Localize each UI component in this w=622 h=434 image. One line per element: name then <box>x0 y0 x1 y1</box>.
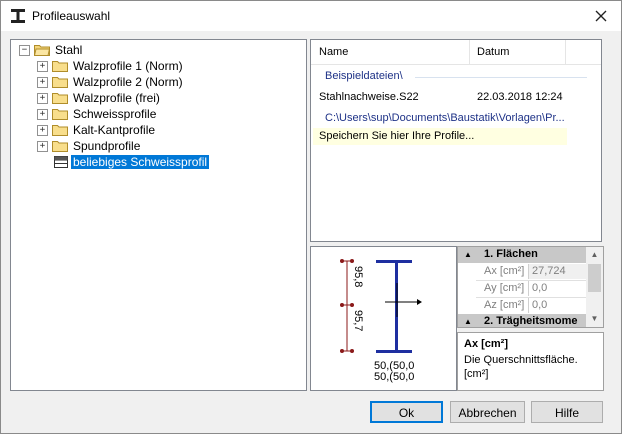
window-title: Profileauswahl <box>32 9 111 23</box>
tree-node-walzprofile-frei[interactable]: + Walzprofile (frei) <box>37 90 162 106</box>
dimension-label-top: 95,8 <box>352 266 364 287</box>
profile-selection-dialog: Profileauswahl − Stahl + Walzprofile 1 (… <box>0 0 622 434</box>
close-button[interactable] <box>591 6 611 26</box>
collapse-toggle[interactable]: − <box>19 44 30 56</box>
tree-node-walzprofile-2[interactable]: + Walzprofile 2 (Norm) <box>37 74 185 90</box>
property-value[interactable]: 0,0 <box>528 281 588 296</box>
expand-toggle[interactable]: + <box>37 108 48 120</box>
tree-label: Walzprofile (frei) <box>73 91 160 105</box>
property-grid-scrollbar[interactable]: ▲ ▼ <box>586 247 603 327</box>
tree-node-spundprofile[interactable]: + Spundprofile <box>37 138 142 154</box>
tree-node-kalt-kantprofile[interactable]: + Kalt-Kantprofile <box>37 122 157 138</box>
property-name: Ay [cm²] <box>484 282 525 294</box>
folder-icon <box>52 93 68 104</box>
tree-label: Kalt-Kantprofile <box>73 123 156 137</box>
file-list[interactable]: Name Datum Beispieldateien\ Stahlnachwei… <box>310 39 602 242</box>
tree-node-schweissprofile[interactable]: + Schweissprofile <box>37 106 158 122</box>
tree-label-selected: beliebiges Schweissprofil <box>69 154 211 170</box>
tree-node-walzprofile-1[interactable]: + Walzprofile 1 (Norm) <box>37 58 185 74</box>
property-value[interactable]: 0,0 <box>528 298 588 313</box>
file-list-header: Name Datum <box>311 40 601 65</box>
category-label: 2. Trägheitsmome <box>484 315 578 327</box>
group-divider <box>415 77 587 78</box>
scroll-up-icon[interactable]: ▲ <box>586 247 603 263</box>
expand-toggle[interactable]: + <box>37 92 48 104</box>
property-row-ax[interactable]: Ax [cm²] 27,724 <box>476 264 588 280</box>
tree-label: Walzprofile 1 (Norm) <box>73 59 183 73</box>
i-beam-profile-icon <box>11 9 25 23</box>
dimension-label-bottom: 95,7 <box>352 310 364 331</box>
profile-preview: 95,8 95,7 50,(50,0 50,(50,0 <box>310 246 457 391</box>
folder-icon <box>52 77 68 88</box>
column-header-date[interactable]: Datum <box>477 46 509 58</box>
close-icon <box>595 10 607 22</box>
save-hint-text: Speichern Sie hier Ihre Profile... <box>319 130 475 142</box>
expand-toggle[interactable]: + <box>37 124 48 136</box>
property-value[interactable]: 27,724 <box>528 264 588 279</box>
expand-toggle[interactable]: + <box>37 76 48 88</box>
property-row-az[interactable]: Az [cm²] 0,0 <box>476 298 586 314</box>
group-header-beispieldateien[interactable]: Beispieldateien\ <box>325 70 403 82</box>
tree-node-stahl[interactable]: − Stahl <box>19 42 84 58</box>
collapse-arrow-icon[interactable]: ▲ <box>464 250 472 259</box>
cancel-button[interactable]: Abbrechen <box>450 401 525 423</box>
category-label: 1. Flächen <box>484 248 538 260</box>
file-row-date[interactable]: 22.03.2018 12:24 <box>477 91 563 103</box>
scroll-down-icon[interactable]: ▼ <box>586 311 603 327</box>
file-row-name[interactable]: Stahlnachweise.S22 <box>319 91 419 103</box>
dimension-label-width-2: 50,(50,0 <box>374 371 414 383</box>
folder-icon <box>52 109 68 120</box>
category-traegheitsmomente[interactable]: ▲ 2. Trägheitsmome <box>458 314 586 327</box>
collapse-arrow-icon[interactable]: ▲ <box>464 317 472 326</box>
column-divider[interactable] <box>565 40 566 64</box>
property-row-ay[interactable]: Ay [cm²] 0,0 <box>476 281 586 297</box>
folder-icon <box>52 125 68 136</box>
save-hint-row[interactable]: Speichern Sie hier Ihre Profile... <box>313 128 567 145</box>
tree-label: Walzprofile 2 (Norm) <box>73 75 183 89</box>
folder-icon <box>52 141 68 152</box>
tree-label: Spundprofile <box>73 139 141 153</box>
scroll-thumb[interactable] <box>588 264 601 292</box>
category-flaechen[interactable]: ▲ 1. Flächen <box>458 247 586 263</box>
description-title: Ax [cm²] <box>464 338 509 350</box>
column-divider[interactable] <box>469 40 470 64</box>
tree-label: Stahl <box>55 43 83 57</box>
profile-tree[interactable]: − Stahl + Walzprofile 1 (Norm) + Walzpro… <box>10 39 307 391</box>
tree-node-beliebiges-schweissprofil[interactable]: beliebiges Schweissprofil <box>54 154 211 170</box>
property-name: Az [cm²] <box>484 299 525 311</box>
expand-toggle[interactable]: + <box>37 60 48 72</box>
column-header-name[interactable]: Name <box>319 46 348 58</box>
profile-table-icon <box>54 156 68 168</box>
property-name: Ax [cm²] <box>484 265 525 277</box>
folder-icon <box>52 61 68 72</box>
group-header-user-folder[interactable]: C:\Users\sup\Documents\Baustatik\Vorlage… <box>325 112 565 124</box>
property-grid[interactable]: ▲ 1. Flächen Ax [cm²] 27,724 Ay [cm²] 0,… <box>457 246 604 328</box>
i-beam-section-drawing: 95,8 95,7 50,(50,0 50,(50,0 <box>340 259 422 383</box>
title-bar: Profileauswahl <box>1 1 621 31</box>
open-folder-icon <box>34 45 50 56</box>
tree-label: Schweissprofile <box>73 107 157 121</box>
ok-button[interactable]: Ok <box>370 401 443 423</box>
help-button[interactable]: Hilfe <box>531 401 603 423</box>
expand-toggle[interactable]: + <box>37 140 48 152</box>
description-text: Die Querschnittsfläche. [cm²] <box>464 354 578 380</box>
property-description: Ax [cm²] Die Querschnittsfläche. [cm²] <box>457 332 604 391</box>
